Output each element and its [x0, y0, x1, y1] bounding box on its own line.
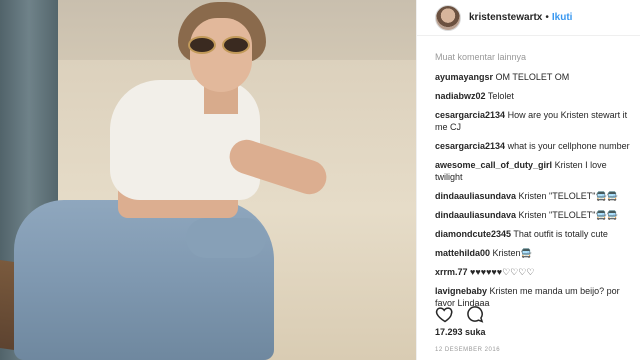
comment-text: Kristen🚍 [492, 248, 532, 258]
comment-item: awesome_call_of_duty_girl Kristen I love… [435, 159, 635, 183]
load-more-comments-link[interactable]: Muat komentar lainnya [435, 52, 635, 62]
comment-username[interactable]: lavignebaby [435, 286, 487, 296]
comment-item: ayumayangsr OM TELOLET OM [435, 71, 635, 83]
comment-item: xrrm.77 ♥♥♥♥♥♥♡♡♡♡ [435, 266, 635, 278]
comment-item: dindaauliasundava Kristen "TELOLET"🚍🚍 [435, 190, 635, 202]
comment-text: OM TELOLET OM [495, 72, 570, 82]
comment-username[interactable]: diamondcute2345 [435, 229, 511, 239]
comment-text: what is your cellphone number [507, 141, 630, 151]
comment-text: Kristen "TELOLET"🚍🚍 [518, 210, 618, 220]
comment-username[interactable]: dindaauliasundava [435, 191, 516, 201]
comment-username[interactable]: dindaauliasundava [435, 210, 516, 220]
follow-button[interactable]: Ikuti [552, 12, 573, 23]
comment-username[interactable]: ayumayangsr [435, 72, 493, 82]
comment-username[interactable]: xrrm.77 [435, 267, 468, 277]
comment-list: Muat komentar lainnya ayumayangsr OM TEL… [435, 52, 635, 316]
avatar[interactable] [435, 4, 461, 31]
like-count[interactable]: 17.293 suka [435, 327, 486, 337]
post-side-panel: kristenstewartx • Ikuti Muat komentar la… [416, 0, 640, 360]
comment-icon[interactable] [465, 304, 485, 324]
comment-item: diamondcute2345 That outfit is totally c… [435, 228, 635, 240]
header-separator: • [545, 12, 549, 23]
heart-icon[interactable] [435, 304, 455, 324]
comment-text: Telolet [487, 91, 514, 101]
comment-item: cesargarcia2134 How are you Kristen stew… [435, 109, 635, 133]
post-date: 12 DESEMBER 2016 [435, 347, 501, 353]
comment-username[interactable]: awesome_call_of_duty_girl [435, 160, 552, 170]
comment-username[interactable]: nadiabwz02 [435, 91, 486, 101]
comment-username[interactable]: cesargarcia2134 [435, 110, 505, 120]
comment-item: cesargarcia2134 what is your cellphone n… [435, 140, 635, 152]
comment-item: mattehilda00 Kristen🚍 [435, 247, 635, 259]
comment-text: That outfit is totally cute [513, 229, 608, 239]
post-header: kristenstewartx • Ikuti [417, 0, 640, 36]
post-photo[interactable] [0, 0, 416, 360]
photo-sunglasses [188, 36, 258, 54]
comment-text: Kristen "TELOLET"🚍🚍 [518, 191, 618, 201]
comment-text: ♥♥♥♥♥♥♡♡♡♡ [470, 267, 535, 277]
comment-item: dindaauliasundava Kristen "TELOLET"🚍🚍 [435, 209, 635, 221]
comment-username[interactable]: mattehilda00 [435, 248, 490, 258]
header-username[interactable]: kristenstewartx [469, 12, 542, 23]
photo-knee [186, 218, 266, 258]
photo-face [190, 18, 252, 92]
comment-username[interactable]: cesargarcia2134 [435, 141, 505, 151]
comment-item: nadiabwz02 Telolet [435, 90, 635, 102]
action-bar [435, 304, 635, 324]
